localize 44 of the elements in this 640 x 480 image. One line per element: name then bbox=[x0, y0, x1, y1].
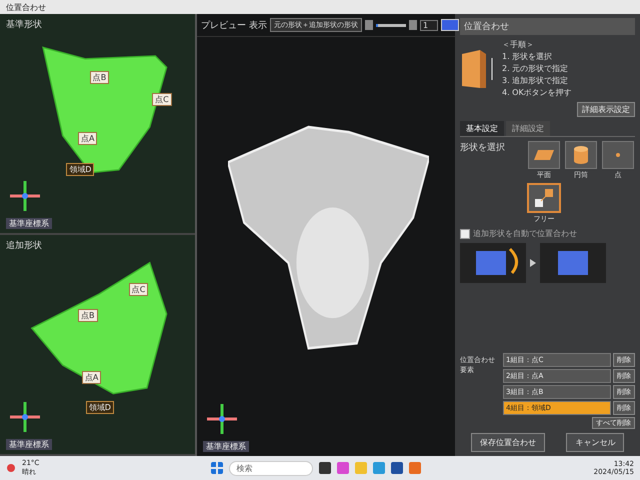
view-title: 追加形状 bbox=[6, 240, 42, 252]
opacity-slider[interactable] bbox=[376, 24, 378, 26]
shape-select-label: 形状を選択 bbox=[460, 142, 506, 154]
point-label: 点A bbox=[78, 132, 98, 146]
point-label: 点A bbox=[82, 370, 102, 384]
free-pick-icon bbox=[535, 189, 553, 207]
settings-tab[interactable]: 基本設定 bbox=[460, 121, 504, 136]
axis-icon bbox=[10, 181, 40, 211]
settings-tab[interactable]: 詳細設定 bbox=[506, 121, 550, 136]
step-text: 3. 追加形状で指定 bbox=[502, 75, 570, 86]
window-title: 位置合わせ bbox=[6, 2, 46, 12]
display-label: 表示 bbox=[249, 20, 267, 32]
axis-label: 基準座標系 bbox=[203, 441, 249, 452]
steps-heading: ＜手順＞ bbox=[502, 39, 535, 50]
axis-label: 基準座標系 bbox=[6, 218, 52, 229]
region-label: 領域D bbox=[66, 162, 94, 176]
dialog-button[interactable]: 保存位置合わせ bbox=[470, 433, 545, 452]
view-title: 基準形状 bbox=[6, 18, 42, 31]
step-text: 2. 元の形状で指定 bbox=[502, 63, 570, 74]
step-text: 4. OKボタンを押す bbox=[502, 87, 572, 98]
dialog-button[interactable]: キャンセル bbox=[566, 433, 624, 452]
option-label: 追加形状を自動で位置合わせ bbox=[473, 228, 577, 239]
region-label: 領域D bbox=[86, 401, 114, 414]
color-swatch[interactable] bbox=[441, 19, 459, 31]
cylinder-icon bbox=[574, 146, 588, 164]
point-icon bbox=[616, 153, 620, 157]
number-field[interactable]: 1 bbox=[420, 20, 438, 30]
preview-title: プレビュー bbox=[201, 19, 246, 32]
taskbar-app-icon[interactable] bbox=[391, 462, 404, 474]
start-icon[interactable] bbox=[211, 462, 224, 474]
arrow-icon bbox=[530, 259, 536, 267]
checkbox[interactable] bbox=[460, 228, 470, 238]
point-label: 点C bbox=[152, 92, 172, 106]
taskbar-app-icon[interactable] bbox=[319, 462, 332, 474]
axis-label: 基準座標系 bbox=[6, 439, 52, 450]
point-label: 点B bbox=[78, 309, 98, 322]
axis-icon bbox=[10, 402, 40, 432]
panel-title: 位置合わせ bbox=[460, 18, 635, 35]
plane-icon bbox=[534, 150, 554, 160]
axis-icon bbox=[207, 404, 237, 434]
step-text: 1. 形状を選択 bbox=[502, 51, 554, 62]
point-label: 点C bbox=[128, 283, 148, 296]
display-settings-button[interactable]: 詳細表示設定 bbox=[577, 102, 635, 117]
search-field[interactable]: 検索 bbox=[229, 460, 314, 476]
